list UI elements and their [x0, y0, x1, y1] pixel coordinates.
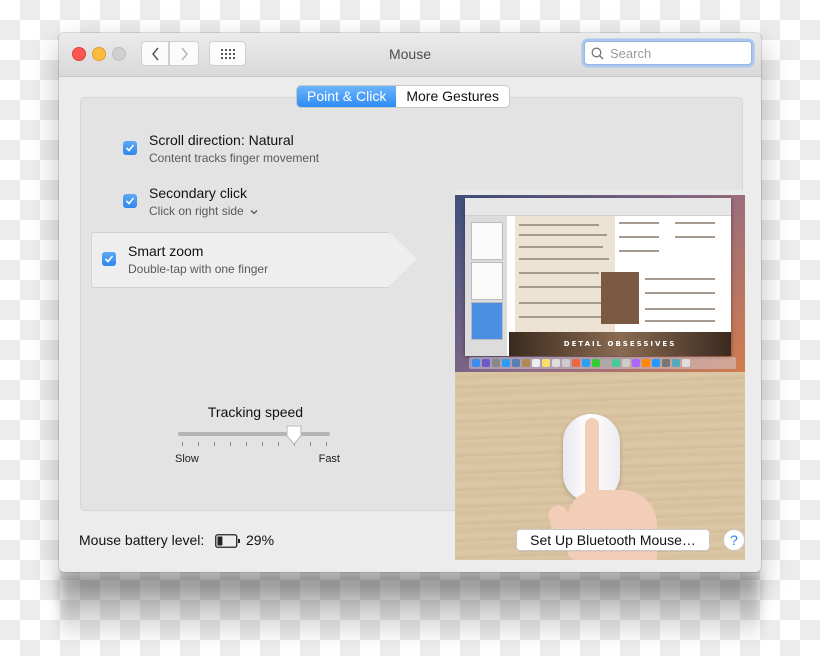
slider-tick: [278, 442, 279, 446]
option-sublabel: Content tracks finger movement: [149, 151, 320, 165]
battery-icon: [215, 534, 240, 548]
option-label: Secondary click: [149, 185, 248, 201]
title-bar: Mouse: [59, 33, 761, 77]
preview-menubar: [455, 190, 745, 195]
tab-point-and-click[interactable]: Point & Click: [297, 86, 397, 107]
window-shadow: [60, 575, 760, 645]
help-button[interactable]: ?: [723, 529, 745, 551]
preview-screen: DETAIL OBSESSIVES: [455, 190, 745, 372]
search-input[interactable]: [608, 44, 742, 62]
settings-panel: Scroll direction: Natural Content tracks…: [80, 97, 745, 560]
slider-tick: [198, 442, 199, 446]
slider-tick: [246, 442, 247, 446]
checkmark-icon: [125, 144, 135, 152]
search-field[interactable]: [584, 41, 752, 65]
slider-max-label: Fast: [318, 453, 340, 465]
tab-more-gestures[interactable]: More Gestures: [396, 86, 509, 107]
option-sublabel: Double-tap with one finger: [128, 262, 269, 276]
slider-tick: [230, 442, 231, 446]
preview-dock: [469, 357, 736, 369]
option-scroll-direction[interactable]: Scroll direction: Natural Content tracks…: [111, 128, 436, 180]
tab-bar: Point & Click More Gestures: [297, 86, 509, 107]
slider-tick: [326, 442, 327, 446]
option-label: Scroll direction: Natural: [149, 132, 294, 148]
preferences-window: Mouse Point & Click More Gestures Scroll…: [59, 33, 761, 572]
option-label: Smart zoom: [128, 243, 204, 259]
slider-tick: [182, 442, 183, 446]
slider-thumb[interactable]: [286, 425, 302, 445]
dropdown-value: Click on right side: [149, 204, 244, 218]
slider-ticks: [182, 442, 327, 447]
tracking-speed-label: Tracking speed: [207, 404, 304, 420]
option-secondary-click[interactable]: Secondary click Click on right side: [111, 181, 436, 233]
preview-app-window: DETAIL OBSESSIVES: [465, 198, 731, 356]
scroll-direction-checkbox[interactable]: [123, 141, 137, 155]
battery-percentage: 29%: [246, 532, 275, 548]
search-icon: [591, 47, 604, 60]
battery-label: Mouse battery level:: [79, 532, 205, 548]
slider-tick: [310, 442, 311, 446]
slider-tick: [262, 442, 263, 446]
preview-banner: DETAIL OBSESSIVES: [509, 332, 731, 356]
option-smart-zoom[interactable]: Smart zoom Double-tap with one finger: [91, 232, 417, 288]
checkmark-icon: [104, 255, 114, 263]
smart-zoom-checkbox[interactable]: [102, 252, 116, 266]
secondary-click-dropdown[interactable]: Click on right side: [149, 204, 258, 218]
slider-tick: [214, 442, 215, 446]
gesture-preview-video: DETAIL OBSESSIVES: [455, 190, 745, 560]
slider-min-label: Slow: [175, 453, 199, 465]
setup-bluetooth-mouse-button[interactable]: Set Up Bluetooth Mouse…: [516, 529, 710, 551]
checkmark-icon: [125, 197, 135, 205]
chevron-down-icon: [250, 210, 258, 215]
slider-track[interactable]: [178, 432, 330, 436]
secondary-click-checkbox[interactable]: [123, 194, 137, 208]
